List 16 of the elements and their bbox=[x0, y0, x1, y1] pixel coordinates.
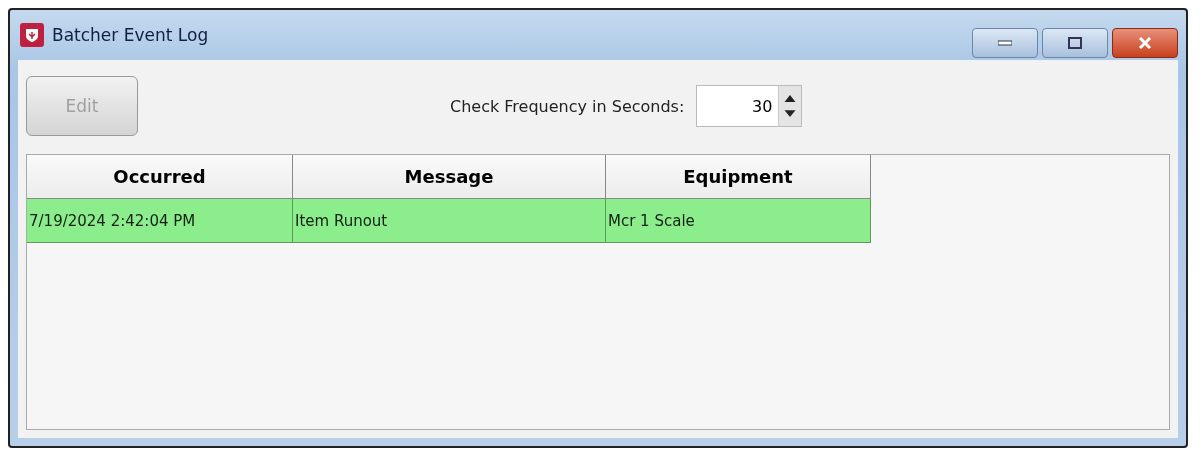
frequency-label: Check Frequency in Seconds: bbox=[450, 96, 685, 116]
close-icon bbox=[1138, 37, 1152, 49]
column-header[interactable]: Occurred bbox=[27, 155, 293, 199]
table-cell: Item Runout bbox=[293, 199, 606, 243]
column-header[interactable]: Message bbox=[293, 155, 606, 199]
maximize-icon bbox=[1068, 37, 1082, 49]
table-cell: Mcr 1 Scale bbox=[606, 199, 871, 243]
minimize-icon bbox=[998, 40, 1012, 46]
maximize-button[interactable] bbox=[1042, 28, 1108, 58]
close-button[interactable] bbox=[1112, 28, 1178, 58]
spin-arrows-icon bbox=[778, 86, 802, 126]
table-cell: 7/19/2024 2:42:04 PM bbox=[27, 199, 293, 243]
frequency-spinner[interactable]: 30 bbox=[696, 85, 803, 127]
window-title: Batcher Event Log bbox=[52, 25, 209, 45]
app-icon bbox=[20, 23, 44, 47]
column-header[interactable]: Equipment bbox=[606, 155, 871, 199]
